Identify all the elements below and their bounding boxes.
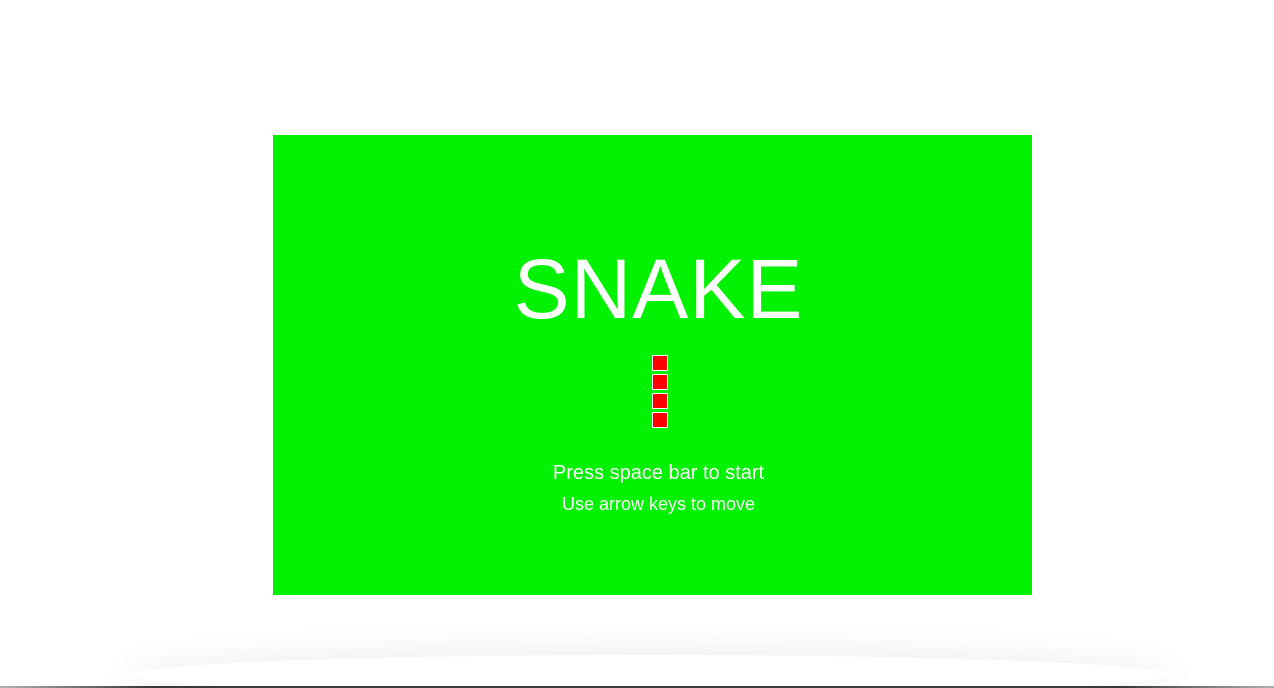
bottom-shadow — [130, 655, 1170, 688]
move-instruction: Use arrow keys to move — [561, 494, 756, 514]
snake-segment — [652, 393, 668, 409]
snake-segment — [652, 412, 668, 428]
game-board[interactable]: SNAKE Press space bar to start Use arrow… — [273, 135, 1032, 595]
game-title: SNAKE — [513, 242, 804, 336]
page: SNAKE Press space bar to start Use arrow… — [0, 0, 1274, 688]
snake-segment — [652, 355, 668, 371]
snake-segment — [652, 374, 668, 390]
start-instruction: Press space bar to start — [552, 462, 765, 484]
snake — [652, 355, 669, 431]
